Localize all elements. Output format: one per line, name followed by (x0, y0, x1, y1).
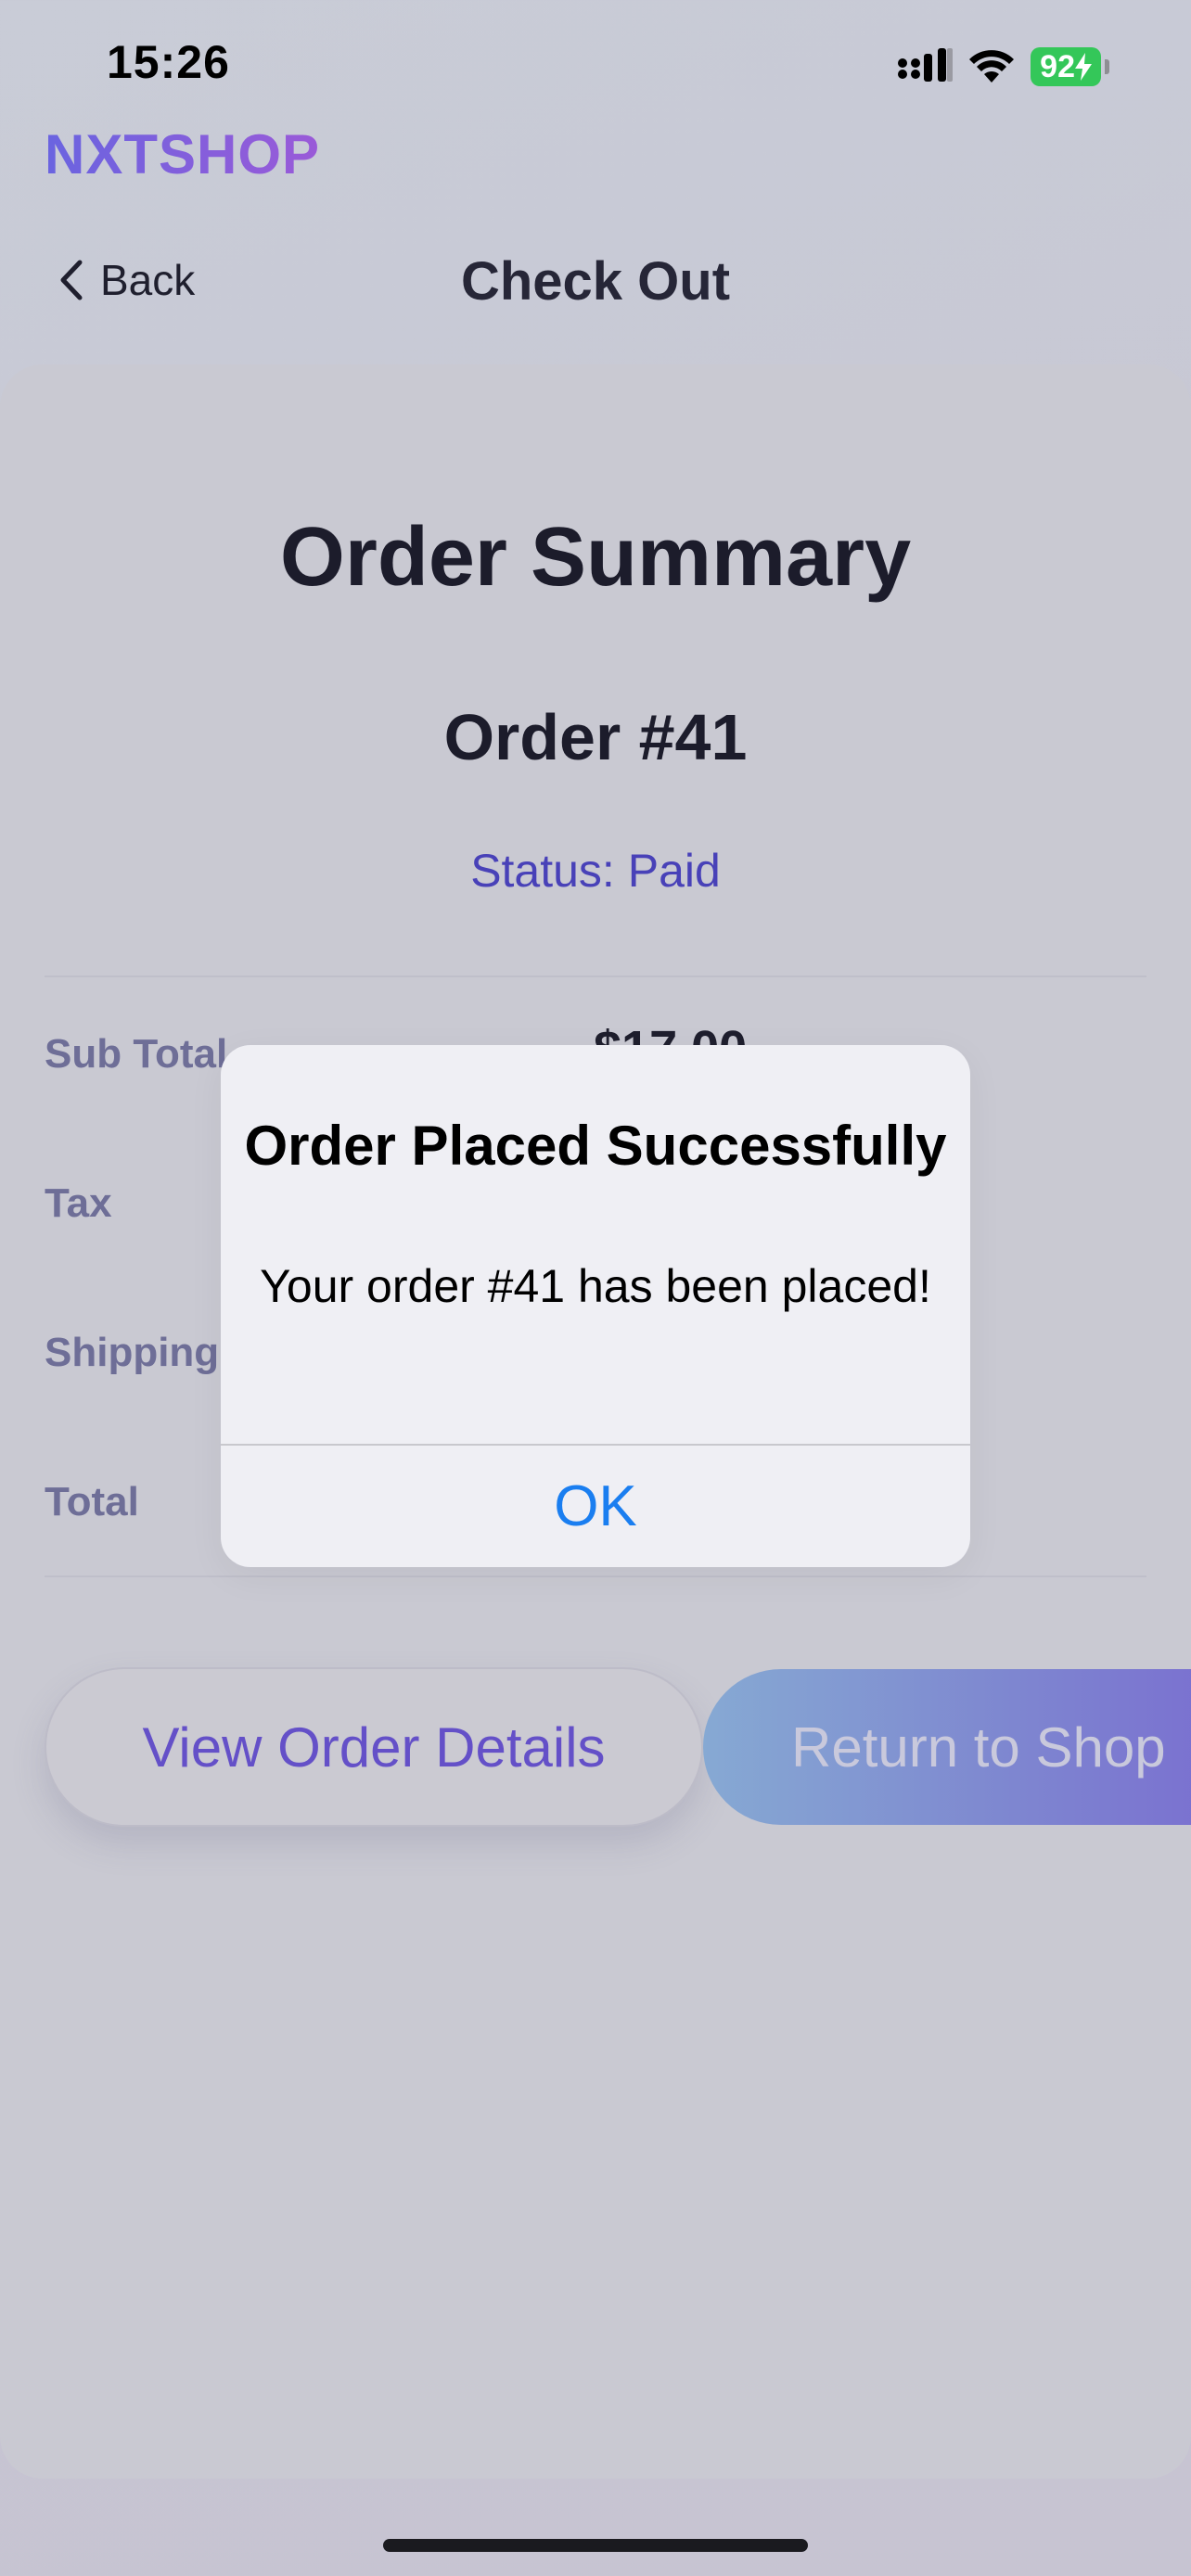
brand-logo[interactable]: NXTSHOP (45, 122, 320, 186)
status-time: 15:26 (107, 36, 230, 88)
tax-label: Tax (45, 1180, 112, 1226)
page-title: Check Out (460, 251, 731, 312)
order-status: Status: Paid (470, 845, 721, 897)
cellular-signal-icon (898, 48, 954, 82)
total-label: Total (45, 1479, 139, 1524)
battery-level: 92 (1040, 48, 1075, 84)
wifi-icon (969, 50, 1015, 83)
alert-message: Your order #41 has been placed! (260, 1260, 931, 1312)
return-to-shop-button[interactable]: Return to Shop (703, 1669, 1191, 1825)
alert-title: Order Placed Successfully (244, 1115, 947, 1177)
charging-bolt-icon (1075, 53, 1092, 81)
battery-cap (1105, 59, 1109, 74)
shipping-label: Shipping (45, 1330, 220, 1375)
status-icons: 92 (897, 46, 1109, 87)
home-indicator[interactable] (383, 2539, 808, 2552)
battery-icon: 92 (1031, 47, 1101, 86)
divider-top (45, 976, 1146, 977)
order-summary-heading: Order Summary (279, 511, 912, 604)
subtotal-label: Sub Total (45, 1031, 228, 1077)
alert-ok-button[interactable]: OK (221, 1446, 970, 1567)
divider-bottom (45, 1575, 1146, 1577)
order-number: Order #41 (443, 701, 748, 773)
view-order-details-button[interactable]: View Order Details (45, 1667, 703, 1827)
alert-dialog: Order Placed Successfully Your order #41… (221, 1045, 970, 1567)
